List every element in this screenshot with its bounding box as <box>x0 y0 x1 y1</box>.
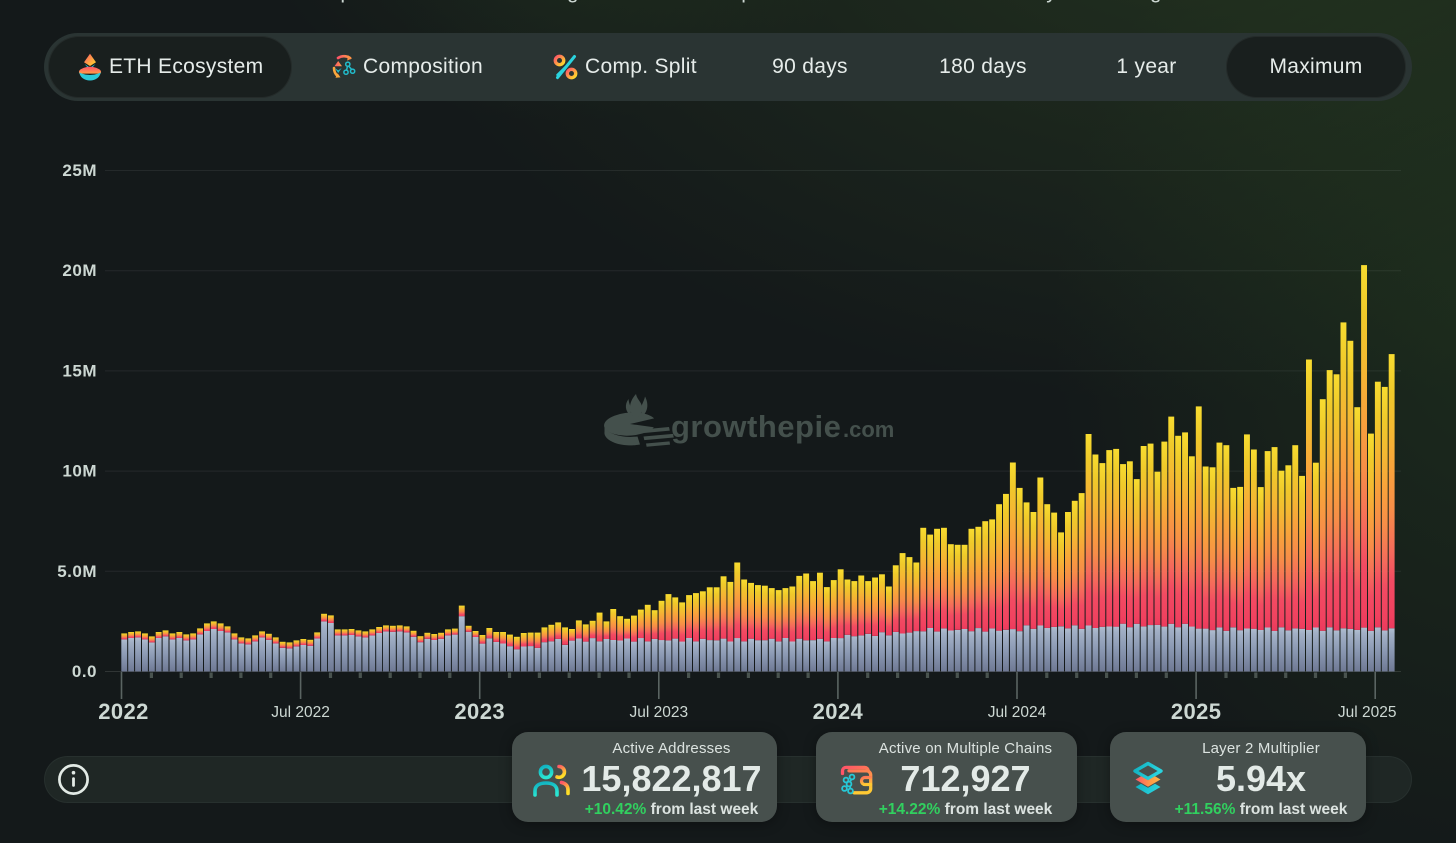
svg-text:10M: 10M <box>62 462 97 481</box>
svg-text:15M: 15M <box>62 361 97 380</box>
svg-text:Jul 2024: Jul 2024 <box>988 704 1047 721</box>
svg-text:.com: .com <box>843 417 894 442</box>
svg-text:2023: 2023 <box>454 699 505 724</box>
svg-text:2025: 2025 <box>1171 699 1222 724</box>
svg-text:2024: 2024 <box>813 699 864 724</box>
svg-text:20M: 20M <box>62 261 97 280</box>
svg-text:2022: 2022 <box>98 699 149 724</box>
svg-text:Jul 2025: Jul 2025 <box>1338 704 1397 721</box>
svg-text:0.0: 0.0 <box>72 662 97 681</box>
svg-text:5.0M: 5.0M <box>57 562 97 581</box>
svg-text:Jul 2023: Jul 2023 <box>629 704 688 721</box>
svg-text:growthepie: growthepie <box>671 409 841 444</box>
svg-text:25M: 25M <box>62 161 97 180</box>
svg-text:Jul 2022: Jul 2022 <box>271 704 330 721</box>
